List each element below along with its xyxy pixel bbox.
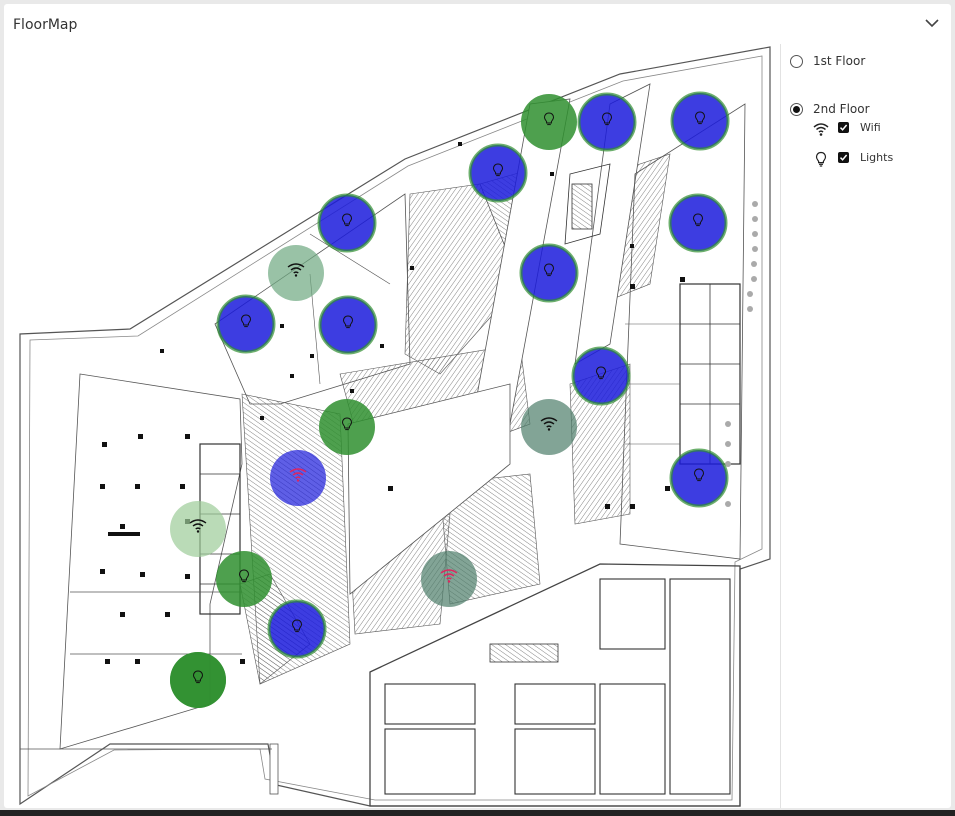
light-marker[interactable] — [668, 193, 728, 253]
floor-label-2nd: 2nd Floor — [813, 102, 870, 116]
floor-label-1st: 1st Floor — [813, 54, 866, 68]
checkbox-wifi[interactable] — [838, 122, 849, 133]
light-marker[interactable] — [669, 448, 729, 508]
light-marker[interactable] — [216, 294, 276, 354]
light-marker[interactable] — [216, 551, 272, 607]
light-marker[interactable] — [519, 243, 579, 303]
floormap-panel: FloorMap 1st Floor 2nd Floor Wifi Lights — [4, 4, 951, 808]
layer-label-wifi: Wifi — [860, 121, 881, 134]
layer-wifi: Wifi — [812, 120, 932, 138]
light-marker[interactable] — [468, 143, 528, 203]
floor-option-1st[interactable]: 1st Floor — [790, 52, 940, 72]
radio-1st-floor[interactable] — [790, 55, 803, 68]
light-marker[interactable] — [318, 295, 378, 355]
wifi-marker[interactable] — [421, 551, 477, 607]
checkbox-lights[interactable] — [838, 152, 849, 163]
wifi-marker[interactable] — [268, 245, 324, 301]
light-marker[interactable] — [670, 91, 730, 151]
wifi-marker[interactable] — [170, 501, 226, 557]
panel-title: FloorMap — [13, 17, 78, 33]
light-marker[interactable] — [521, 94, 577, 150]
wifi-icon — [812, 120, 830, 138]
light-marker[interactable] — [267, 599, 327, 659]
radio-2nd-floor[interactable] — [790, 103, 803, 116]
light-marker[interactable] — [317, 193, 377, 253]
wifi-marker[interactable] — [270, 450, 326, 506]
panel-header: FloorMap — [4, 4, 951, 44]
lightbulb-icon — [812, 150, 830, 168]
layer-lights: Lights — [812, 150, 932, 168]
layer-controls: 1st Floor 2nd Floor Wifi Lights — [786, 44, 946, 244]
wifi-marker[interactable] — [521, 399, 577, 455]
floor-option-2nd[interactable]: 2nd Floor — [790, 100, 940, 120]
sidebar-divider — [780, 44, 781, 808]
light-marker[interactable] — [571, 346, 631, 406]
floor-plan-map[interactable] — [10, 44, 778, 808]
light-marker[interactable] — [170, 652, 226, 708]
chevron-down-icon[interactable] — [923, 15, 941, 31]
light-marker[interactable] — [577, 92, 637, 152]
light-marker[interactable] — [319, 399, 375, 455]
layer-label-lights: Lights — [860, 151, 894, 164]
bottom-edge-bar — [0, 810, 955, 816]
device-markers-layer — [170, 91, 730, 708]
